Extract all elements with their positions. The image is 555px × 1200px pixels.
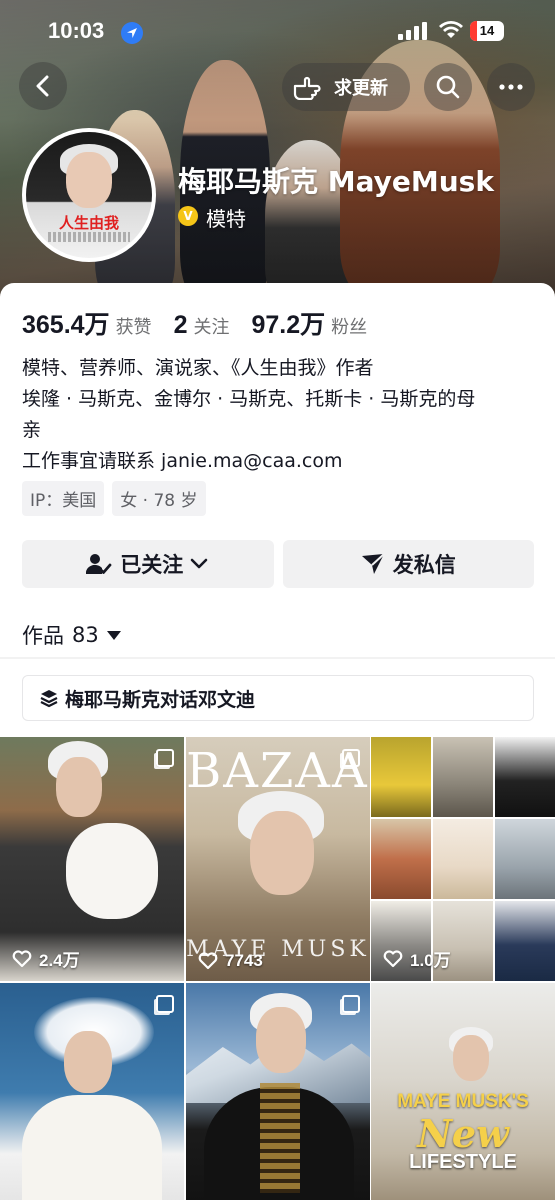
post-tile[interactable]: 2.4万 — [0, 737, 184, 981]
collage-cell — [371, 819, 431, 899]
post-likes-count: 1.0万 — [410, 951, 451, 970]
collection-title: 梅耶马斯克对话邓文迪 — [65, 688, 256, 711]
heart-icon — [12, 949, 32, 967]
battery-icon: 14 — [470, 21, 504, 41]
bio-line: 埃隆 · 马斯克、金博尔 · 马斯克、托斯卡 · 马斯克的母 — [22, 388, 476, 410]
post-likes-count: 7743 — [225, 951, 263, 970]
post-tile[interactable]: 1.0万 — [371, 737, 555, 981]
bio-line: 工作事宜请联系 janie.ma@caa.com — [22, 450, 343, 472]
profile-card: 365.4万 获赞 2 关注 97.2万 粉丝 模特、营养师、演说家、《人生由我… — [0, 283, 555, 1200]
works-count: 83 — [72, 623, 99, 647]
message-button-label: 发私信 — [392, 553, 456, 577]
post-subject-outfit — [22, 1095, 162, 1200]
multi-image-icon — [342, 749, 360, 767]
caret-down-icon — [106, 630, 121, 640]
send-icon — [361, 553, 385, 574]
post-tile[interactable] — [0, 983, 184, 1200]
profile-name: 梅耶马斯克 MayeMusk — [178, 165, 494, 198]
heart-icon — [383, 949, 403, 967]
post-likes: 7743 — [198, 951, 263, 971]
following-label[interactable]: 关注 — [193, 313, 229, 339]
post-subject-face — [256, 1007, 306, 1073]
divider — [0, 657, 555, 659]
followers-label[interactable]: 粉丝 — [331, 313, 367, 339]
stats-row: 365.4万 获赞 2 关注 97.2万 粉丝 — [22, 305, 389, 341]
post-likes-count: 2.4万 — [39, 951, 80, 970]
bio-line: 模特、营养师、演说家、《人生由我》作者 — [22, 357, 374, 379]
gender-age-tag: 女 · 78 岁 — [112, 481, 206, 516]
ip-location-tag: IP：美国 — [22, 481, 105, 516]
avatar-book-subtitle — [48, 232, 130, 242]
more-dots-icon — [499, 84, 523, 90]
message-button[interactable]: 发私信 — [282, 540, 534, 588]
works-label: 作品 — [22, 624, 64, 648]
collage-cell — [371, 737, 431, 817]
request-update-label: 求更新 — [334, 78, 388, 99]
verified-badge-icon: V — [178, 206, 198, 226]
collage-cell — [433, 737, 493, 817]
post-subject-face — [64, 1031, 112, 1093]
likes-count: 365.4万 — [22, 311, 110, 339]
chevron-left-icon — [36, 75, 49, 97]
avatar-book-title: 人生由我 — [58, 214, 119, 232]
avatar[interactable]: 人生由我 — [22, 128, 156, 262]
search-icon — [436, 75, 460, 99]
bio: 模特、营养师、演说家、《人生由我》作者 埃隆 · 马斯克、金博尔 · 马斯克、托… — [22, 353, 534, 477]
cellular-signal-icon — [398, 22, 427, 40]
following-button-label: 已关注 — [120, 553, 184, 577]
user-check-icon — [86, 554, 112, 574]
post-subject-face — [453, 1035, 489, 1081]
show-subtitle: LIFESTYLE — [409, 1151, 517, 1173]
collage-cell — [495, 737, 555, 817]
works-tab[interactable]: 作品 83 — [22, 620, 121, 650]
post-subject-face — [250, 811, 314, 895]
request-update-button[interactable]: 求更新 — [282, 63, 410, 111]
followers-count[interactable]: 97.2万 — [251, 305, 325, 341]
wifi-icon — [439, 21, 463, 38]
status-time: 10:03 — [48, 18, 105, 43]
avatar-face — [66, 152, 112, 208]
collage-cell — [495, 819, 555, 899]
status-bar: 10:03 14 — [0, 0, 555, 64]
hand-pointing-icon — [293, 76, 321, 100]
show-title-script: New — [417, 1111, 509, 1156]
verify-label: 模特 — [206, 207, 246, 231]
heart-icon — [198, 952, 218, 970]
post-tile[interactable]: BAZAAR MAYE MUSK 7743 — [186, 737, 370, 981]
layers-icon — [40, 690, 58, 708]
avatar-image: 人生由我 — [26, 132, 152, 258]
following-count[interactable]: 2 — [174, 311, 188, 340]
show-title: MAYE MUSK'S — [397, 1091, 529, 1112]
post-subject-face — [56, 757, 102, 817]
action-row: 已关注 发私信 — [22, 540, 534, 588]
post-tile[interactable] — [186, 983, 370, 1200]
post-likes: 2.4万 — [12, 946, 80, 971]
location-arrow-icon — [121, 22, 143, 44]
gold-embroidery — [260, 1083, 300, 1193]
bio-line: 亲 — [22, 419, 42, 441]
post-dog — [66, 823, 158, 919]
following-button[interactable]: 已关注 — [22, 540, 274, 588]
multi-image-icon — [342, 995, 360, 1013]
profile-tags: IP：美国 女 · 78 岁 — [22, 481, 206, 516]
post-tile[interactable]: MAYE MUSK'S New LIFESTYLE — [371, 983, 555, 1200]
magazine-collage — [371, 737, 555, 981]
multi-image-icon — [156, 749, 174, 767]
battery-level: 14 — [479, 23, 495, 38]
collage-cell — [433, 819, 493, 899]
post-likes: 1.0万 — [383, 946, 451, 971]
more-options-button[interactable] — [487, 63, 535, 111]
chevron-down-icon — [190, 558, 208, 569]
multi-image-icon — [156, 995, 174, 1013]
collection-entry[interactable]: 梅耶马斯克对话邓文迪 — [22, 675, 534, 721]
back-button[interactable] — [19, 62, 67, 110]
search-button[interactable] — [424, 63, 472, 111]
likes-label: 获赞 — [115, 317, 152, 338]
collage-cell — [495, 901, 555, 981]
